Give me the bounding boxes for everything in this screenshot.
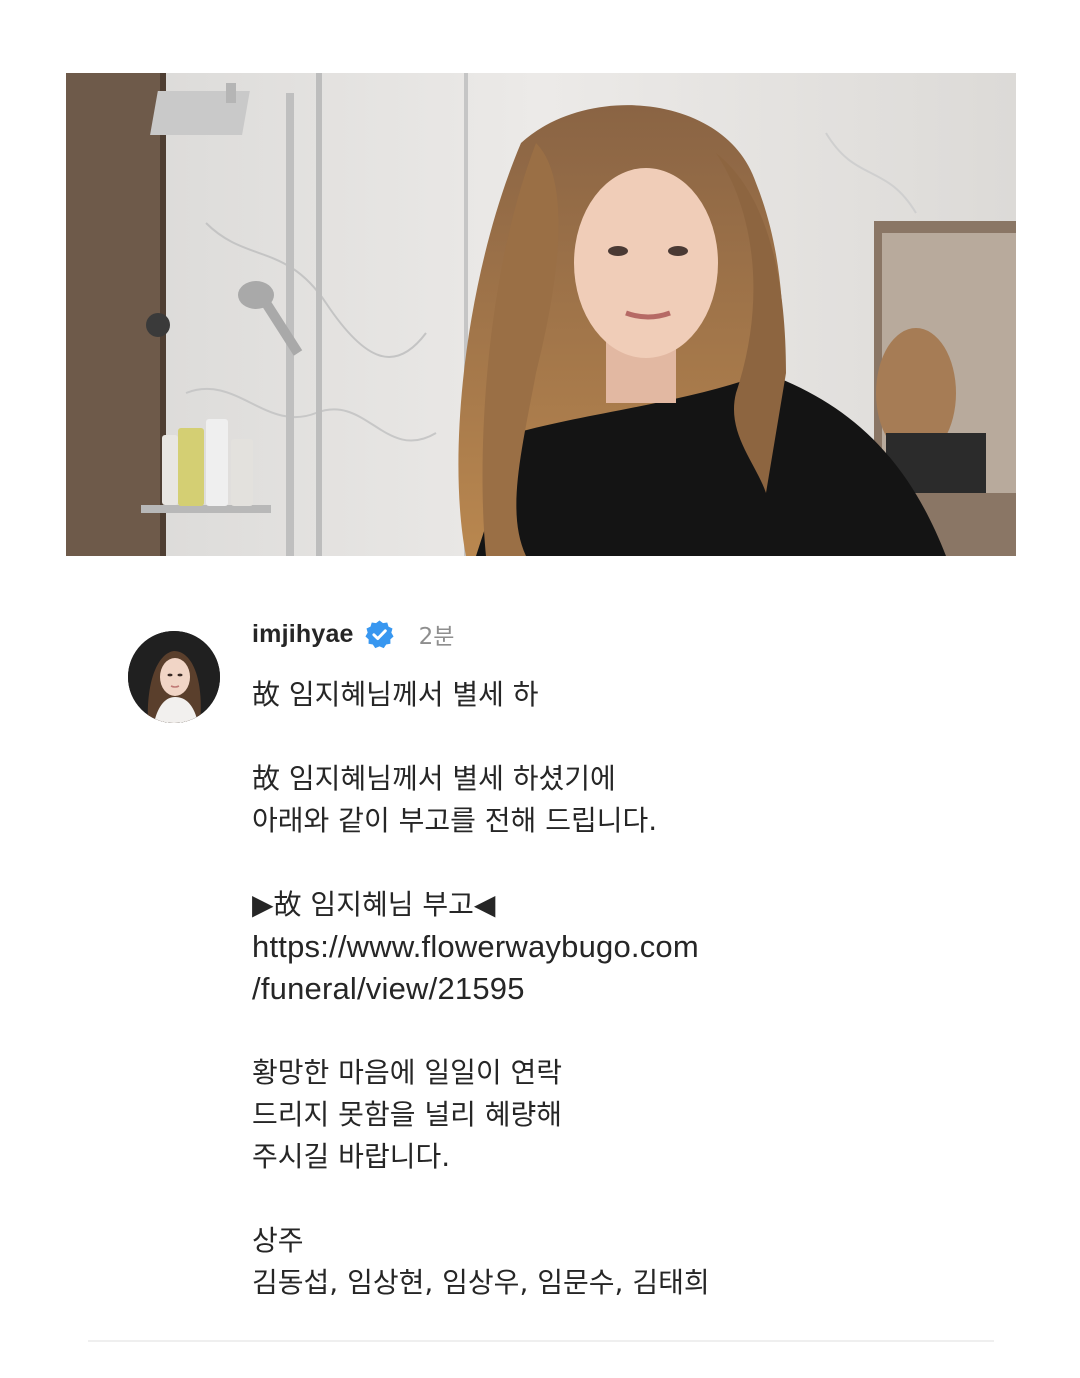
caption-line: 아래와 같이 부고를 전해 드립니다. (252, 804, 658, 837)
verified-badge-icon (364, 619, 395, 650)
caption-line: 드리지 못함을 널리 혜량해 (252, 1098, 563, 1131)
caption-line: 황망한 마음에 일일이 연락 (252, 1056, 563, 1089)
post-header: imjihyae 2분 (252, 614, 454, 654)
post-caption: 故 임지혜님께서 별세 하 故 임지혜님께서 별세 하셨기에 아래와 같이 부고… (252, 674, 972, 1304)
video-still-photo (66, 73, 1016, 556)
notice-heading: ▶故 임지혜님 부고◀ (252, 888, 496, 921)
post-card: imjihyae 2분 故 임지혜님께서 별세 하 故 임지혜님께서 별세 하셨… (88, 596, 994, 1342)
obituary-link[interactable]: https://www.flowerwaybugo.com (252, 926, 972, 968)
username[interactable]: imjihyae (252, 620, 354, 649)
caption-line: 주시길 바랍니다. (252, 1140, 451, 1173)
mourners-label: 상주 (252, 1224, 304, 1257)
obituary-link-path[interactable]: /funeral/view/21595 (252, 968, 972, 1010)
mourners-list: 김동섭, 임상현, 임상우, 임문수, 김태희 (252, 1266, 710, 1299)
caption-line: 故 임지혜님께서 별세 하셨기에 (252, 762, 616, 795)
post-time: 2분 (418, 624, 455, 650)
avatar[interactable] (128, 631, 220, 723)
caption-preview: 故 임지혜님께서 별세 하 (252, 678, 539, 711)
